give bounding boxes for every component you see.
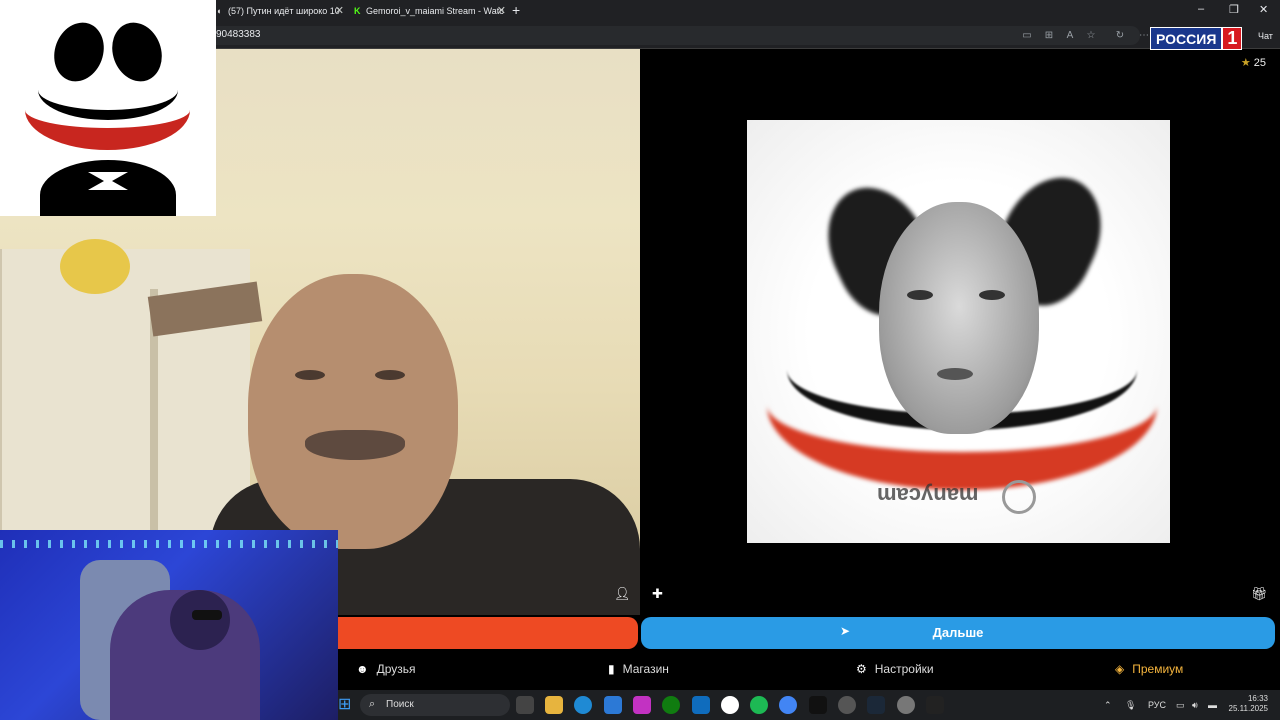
tag-icon: ◈ xyxy=(1115,662,1125,676)
menu-settings[interactable]: ⚙ Настройки xyxy=(856,662,934,676)
stop-button[interactable] xyxy=(338,617,638,649)
new-tab-button[interactable]: + xyxy=(512,2,520,18)
russia1-logo-word: РОССИЯ xyxy=(1150,27,1223,50)
kick-icon: K xyxy=(354,6,361,16)
joker-smile xyxy=(25,70,190,150)
effect-eye xyxy=(907,290,933,300)
install-app-icon[interactable]: ⊞ xyxy=(1043,30,1055,42)
microphone-icon[interactable]: 🎙︎ xyxy=(1125,700,1136,711)
star-icon: ★ xyxy=(1240,57,1251,69)
mouse-cursor-icon: ➤ xyxy=(840,624,851,638)
user-profile-icon[interactable]: 👤︎ xyxy=(614,586,631,602)
search-placeholder: Поиск xyxy=(386,699,414,710)
gift-icon[interactable]: 🎁︎ xyxy=(1251,586,1268,602)
windows-start-icon[interactable]: ⊞ xyxy=(338,696,356,714)
read-aloud-icon[interactable]: A xyxy=(1064,30,1076,42)
steam-icon[interactable] xyxy=(867,696,885,714)
favorite-star-icon[interactable]: ☆ xyxy=(1085,30,1097,42)
person-eye xyxy=(295,370,325,380)
app-icon[interactable] xyxy=(633,696,651,714)
xbox-icon[interactable] xyxy=(662,696,680,714)
app-icon-2[interactable] xyxy=(838,696,856,714)
manycam-effect-frame: manycam xyxy=(747,120,1170,543)
refresh-icon[interactable]: ↻ xyxy=(1114,30,1126,42)
volume-icon[interactable]: 🔊︎ xyxy=(1192,700,1198,711)
menu-settings-label: Настройки xyxy=(874,662,934,676)
tray-overflow-icon[interactable]: ⌃ xyxy=(1104,700,1112,711)
app-icon-3[interactable] xyxy=(926,696,944,714)
next-button-label: Дальше xyxy=(932,625,984,640)
extensions-icon[interactable]: ⋯ xyxy=(1138,30,1150,42)
background-ball xyxy=(60,239,130,294)
outlook-icon[interactable] xyxy=(692,696,710,714)
russia1-logo: РОССИЯ 1 xyxy=(1150,27,1243,50)
close-window-button[interactable]: ✕ xyxy=(1259,3,1268,16)
tab-youtube[interactable]: ◖ (57) Путин идёт широко 10 ✕ xyxy=(214,2,346,22)
streamer-webcam xyxy=(0,530,338,720)
effect-face xyxy=(879,202,1039,434)
person-eye xyxy=(375,370,405,380)
battery-icon[interactable]: ▬ xyxy=(1208,700,1217,710)
shopping-bag-icon: ▮ xyxy=(608,662,615,676)
friends-icon: ☻ xyxy=(356,662,369,676)
clock-time: 16:33 xyxy=(1247,694,1268,703)
youtube-icon: ◖ xyxy=(216,6,222,16)
store-icon[interactable] xyxy=(604,696,622,714)
search-icon: ⌕ xyxy=(369,698,376,710)
close-tab-icon[interactable]: ✕ xyxy=(335,2,344,20)
chat-label[interactable]: Чат xyxy=(1258,31,1273,41)
menu-friends[interactable]: ☻ Друзья xyxy=(356,662,416,676)
network-icon[interactable]: ▭ xyxy=(1176,700,1185,711)
url-field[interactable] xyxy=(205,26,1140,45)
stars-count: 25 xyxy=(1253,57,1266,69)
maximize-button[interactable]: ❐ xyxy=(1229,3,1239,16)
menu-friends-label: Друзья xyxy=(376,662,416,676)
yandex-browser-icon[interactable] xyxy=(721,696,739,714)
settings-app-icon[interactable] xyxy=(897,696,915,714)
task-view-icon[interactable] xyxy=(516,696,534,714)
tab-kick-stream[interactable]: K Gemoroi_v_maiami Stream - Watc ✕ xyxy=(352,2,508,22)
taskbar-clock[interactable]: 16:33 25.11.2025 xyxy=(1228,694,1268,714)
close-tab-icon[interactable]: ✕ xyxy=(497,2,506,20)
effect-mouth xyxy=(937,368,973,380)
gear-icon: ⚙ xyxy=(856,662,867,676)
effects-icon[interactable]: ✚ xyxy=(652,586,663,602)
led-lights xyxy=(0,540,338,548)
person-mustache xyxy=(305,430,405,460)
tab-title: (57) Путин идёт широко 10 xyxy=(228,6,340,16)
joker-overlay xyxy=(0,0,216,216)
streamer-glasses xyxy=(192,610,222,620)
menu-premium[interactable]: ◈ Премиум xyxy=(1115,662,1183,676)
person-head xyxy=(248,274,458,549)
obs-terminal-icon[interactable] xyxy=(809,696,827,714)
edge-browser-icon[interactable] xyxy=(574,696,592,714)
language-indicator[interactable]: РУС xyxy=(1148,700,1166,710)
camera-icon[interactable]: ▭ xyxy=(1021,30,1033,42)
taskbar-search[interactable]: ⌕ Поиск xyxy=(360,694,510,716)
menu-shop[interactable]: ▮ Магазин xyxy=(608,662,669,676)
manycam-logo-icon xyxy=(1002,480,1036,514)
stars-counter[interactable]: ★ 25 xyxy=(1241,56,1266,69)
chrome-icon[interactable] xyxy=(779,696,797,714)
clock-date: 25.11.2025 xyxy=(1228,704,1268,713)
menu-premium-label: Премиум xyxy=(1132,662,1184,676)
url-text[interactable]: 90483383 xyxy=(216,29,261,40)
menu-shop-label: Магазин xyxy=(622,662,669,676)
minimize-button[interactable]: – xyxy=(1198,3,1204,15)
effect-eye xyxy=(979,290,1005,300)
manycam-watermark: manycam xyxy=(877,483,979,508)
streamer-hood xyxy=(170,590,230,650)
next-button[interactable]: Дальше xyxy=(641,617,1275,649)
spotify-icon[interactable] xyxy=(750,696,768,714)
russia1-logo-number: 1 xyxy=(1222,27,1243,50)
tab-title: Gemoroi_v_maiami Stream - Watc xyxy=(366,6,504,16)
file-explorer-icon[interactable] xyxy=(545,696,563,714)
screen: ◖ (57) Путин идёт широко 10 ✕ K Gemoroi_… xyxy=(0,0,1280,720)
